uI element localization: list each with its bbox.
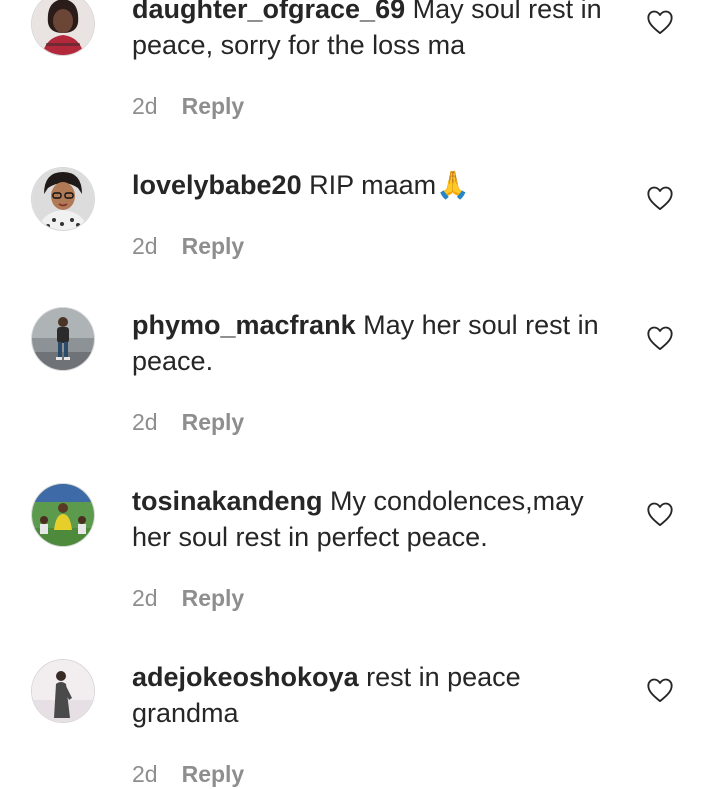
comment-meta: 2d Reply — [132, 232, 244, 260]
comment-username[interactable]: adejokeoshokoya — [132, 662, 359, 692]
comment-time: 2d — [132, 761, 158, 787]
avatar[interactable] — [32, 168, 94, 230]
avatar[interactable] — [32, 0, 94, 55]
comment-text: tosinakandeng My condolences,may her sou… — [132, 483, 612, 555]
person-standing-avatar-icon — [32, 660, 94, 722]
comment-meta: 2d Reply — [132, 584, 244, 612]
reply-button[interactable]: Reply — [182, 232, 245, 260]
comment-meta: 2d Reply — [132, 92, 244, 120]
comment-username[interactable]: daughter_ofgrace_69 — [132, 0, 405, 24]
woman-red-top-avatar-icon — [32, 0, 94, 55]
like-heart-icon[interactable] — [646, 9, 674, 35]
man-standing-avatar-icon — [32, 308, 94, 370]
comment-time: 2d — [132, 409, 158, 435]
woman-glasses-avatar-icon — [32, 168, 94, 230]
comment-body: RIP maam🙏 — [309, 170, 470, 200]
comment-text: daughter_ofgrace_69 May soul rest in pea… — [132, 0, 612, 63]
reply-button[interactable]: Reply — [182, 760, 245, 788]
comment-username[interactable]: lovelybabe20 — [132, 170, 302, 200]
avatar[interactable] — [32, 484, 94, 546]
like-heart-icon[interactable] — [646, 325, 674, 351]
avatar[interactable] — [32, 660, 94, 722]
comment-text: adejokeoshokoya rest in peace grandma — [132, 659, 612, 731]
comment-text: lovelybabe20 RIP maam🙏 — [132, 167, 612, 203]
comment-meta: 2d Reply — [132, 408, 244, 436]
comment-time: 2d — [132, 585, 158, 611]
comment-time: 2d — [132, 93, 158, 119]
avatar[interactable] — [32, 308, 94, 370]
like-heart-icon[interactable] — [646, 185, 674, 211]
reply-button[interactable]: Reply — [182, 584, 245, 612]
reply-button[interactable]: Reply — [182, 92, 245, 120]
comment-username[interactable]: tosinakandeng — [132, 486, 323, 516]
like-heart-icon[interactable] — [646, 677, 674, 703]
reply-button[interactable]: Reply — [182, 408, 245, 436]
comment-username[interactable]: phymo_macfrank — [132, 310, 356, 340]
outdoor-group-avatar-icon — [32, 484, 94, 546]
like-heart-icon[interactable] — [646, 501, 674, 527]
comment-text: phymo_macfrank May her soul rest in peac… — [132, 307, 612, 379]
comment-time: 2d — [132, 233, 158, 259]
comment-meta: 2d Reply — [132, 760, 244, 788]
